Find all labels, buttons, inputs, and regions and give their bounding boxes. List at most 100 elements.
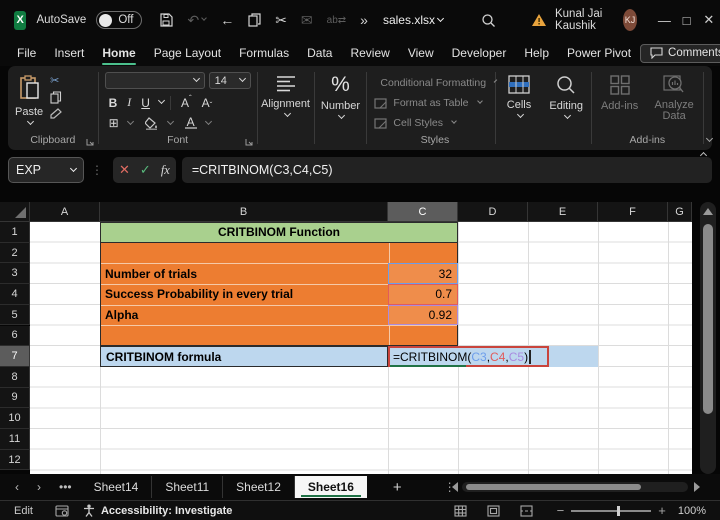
format-painter-icon[interactable]	[50, 108, 63, 120]
zoom-slider[interactable]	[571, 510, 651, 512]
fill-color-button[interactable]	[141, 116, 163, 131]
cell-b1-title[interactable]: CRITBINOM Function	[100, 222, 458, 243]
row-header-2[interactable]: 2	[0, 243, 30, 264]
zoom-out-button[interactable]: −	[557, 503, 565, 518]
row-header-10[interactable]: 10	[0, 408, 30, 429]
cell-c4-value[interactable]: 0.7	[388, 284, 458, 305]
tab-review[interactable]: Review	[341, 42, 398, 64]
sheet-tab-sheet12[interactable]: Sheet12	[223, 476, 295, 498]
cells-button[interactable]: Cells	[500, 71, 538, 146]
insert-function-button[interactable]: fx	[161, 163, 170, 178]
undo-icon[interactable]: ↶	[187, 12, 206, 29]
alignment-button[interactable]: Alignment	[254, 71, 317, 146]
editing-button[interactable]: Editing	[542, 71, 590, 146]
tab-home[interactable]: Home	[93, 42, 144, 64]
cell-b4-label[interactable]: Success Probability in every trial	[100, 284, 388, 305]
excel-logo-icon[interactable]: X	[14, 11, 26, 30]
warning-icon[interactable]	[531, 13, 547, 27]
column-header-e[interactable]: E	[528, 202, 598, 222]
new-sheet-button[interactable]: +	[393, 479, 402, 496]
column-header-g[interactable]: G	[668, 202, 692, 222]
tabs-prev-icon[interactable]: ‹	[6, 480, 28, 494]
file-name[interactable]: sales.xlsx	[383, 13, 443, 27]
avatar[interactable]: KJ	[623, 9, 637, 31]
tab-page-layout[interactable]: Page Layout	[145, 42, 230, 64]
tab-formulas[interactable]: Formulas	[230, 42, 298, 64]
row-header-8[interactable]: 8	[0, 367, 30, 388]
font-color-chevron-icon[interactable]	[205, 117, 212, 124]
user-name[interactable]: Kunal Jai Kaushik	[555, 8, 615, 32]
mail-icon[interactable]: ✉	[301, 12, 313, 29]
underline-chevron-icon[interactable]	[158, 97, 165, 104]
tab-file[interactable]: File	[8, 42, 45, 64]
sheet-tab-sheet11[interactable]: Sheet11	[152, 476, 223, 498]
clipboard-dialog-launcher[interactable]	[86, 138, 94, 146]
scroll-up-icon[interactable]	[703, 208, 713, 215]
scroll-right-icon[interactable]	[694, 482, 700, 492]
paste-button[interactable]: Paste	[8, 71, 50, 134]
formula-input[interactable]: =CRITBINOM(C3,C4,C5)	[182, 157, 712, 183]
conditional-formatting-button[interactable]: Conditional Formatting	[374, 73, 495, 93]
confirm-entry-button[interactable]: ✓	[140, 162, 151, 178]
row-header-12[interactable]: 12	[0, 450, 30, 471]
increase-font-button[interactable]: Aˆ	[177, 95, 196, 111]
row-header-6[interactable]: 6	[0, 326, 30, 347]
autosave-toggle[interactable]: Off	[96, 11, 142, 29]
cell-c7-formula[interactable]: =CRITBINOM(C3,C4,C5)	[388, 346, 549, 367]
ribbon-collapse-icon[interactable]	[706, 135, 713, 142]
column-header-c[interactable]: C	[388, 202, 458, 222]
tabs-next-icon[interactable]: ›	[28, 480, 50, 494]
column-header-a[interactable]: A	[30, 202, 100, 222]
cell-b5-label[interactable]: Alpha	[100, 305, 388, 326]
font-color-button[interactable]: A	[181, 116, 201, 131]
close-button[interactable]: ✕	[698, 0, 720, 40]
maximize-button[interactable]: □	[675, 0, 697, 40]
analyze-data-button[interactable]: AnalyzeData	[648, 71, 701, 134]
italic-button[interactable]: I	[123, 94, 135, 111]
page-layout-view-icon[interactable]	[487, 505, 500, 517]
decrease-font-button[interactable]: Aˇ	[198, 95, 217, 111]
cut-icon[interactable]: ✂	[275, 12, 287, 29]
row-header-7[interactable]: 7	[0, 346, 30, 367]
cell-c5-value[interactable]: 0.92	[388, 305, 458, 326]
column-header-d[interactable]: D	[458, 202, 528, 222]
fill-color-chevron-icon[interactable]	[167, 117, 174, 124]
number-button[interactable]: % Number	[314, 71, 367, 146]
tabs-more-icon[interactable]: •••	[50, 480, 81, 494]
tab-view[interactable]: View	[399, 42, 443, 64]
sheet-tab-sheet14[interactable]: Sheet14	[81, 476, 153, 498]
borders-button[interactable]: ⊞	[105, 115, 123, 131]
tab-help[interactable]: Help	[515, 42, 558, 64]
vertical-scrollbar[interactable]	[700, 202, 716, 474]
row-header-11[interactable]: 11	[0, 429, 30, 450]
cut-icon[interactable]: ✂	[50, 74, 63, 87]
font-dialog-launcher[interactable]	[245, 138, 253, 146]
zoom-level[interactable]: 100%	[678, 505, 706, 517]
cancel-entry-button[interactable]: ✕	[119, 162, 130, 178]
column-header-f[interactable]: F	[598, 202, 668, 222]
scroll-left-icon[interactable]	[452, 482, 458, 492]
borders-chevron-icon[interactable]	[127, 117, 134, 124]
sheet-tab-sheet16[interactable]: Sheet16	[295, 476, 367, 498]
minimize-button[interactable]: ―	[653, 0, 675, 40]
zoom-in-button[interactable]: +	[658, 503, 666, 518]
horizontal-scrollbar[interactable]	[462, 482, 688, 492]
name-box[interactable]: EXP	[8, 157, 84, 183]
row-header-1[interactable]: 1	[0, 222, 30, 243]
normal-view-icon[interactable]	[454, 505, 467, 517]
cell-styles-button[interactable]: Cell Styles	[374, 113, 495, 133]
save-icon[interactable]	[159, 13, 173, 27]
copy-small-icon[interactable]	[50, 91, 63, 104]
horizontal-scroll-thumb[interactable]	[466, 484, 641, 490]
accessibility-status[interactable]: Accessibility: Investigate	[101, 505, 232, 517]
copy-icon[interactable]	[248, 13, 261, 27]
vertical-scroll-thumb[interactable]	[703, 224, 713, 414]
page-break-view-icon[interactable]	[520, 505, 533, 517]
translate-icon[interactable]: ab⇄	[327, 15, 347, 26]
cell-b7-label[interactable]: CRITBINOM formula	[100, 346, 388, 367]
select-all-corner[interactable]	[0, 202, 30, 222]
tab-power-pivot[interactable]: Power Pivot	[558, 42, 640, 64]
sheet-cells[interactable]: CRITBINOM Function Number of trials Succ…	[30, 222, 692, 474]
macro-record-icon[interactable]	[55, 505, 69, 517]
format-as-table-button[interactable]: Format as Table	[374, 93, 495, 113]
